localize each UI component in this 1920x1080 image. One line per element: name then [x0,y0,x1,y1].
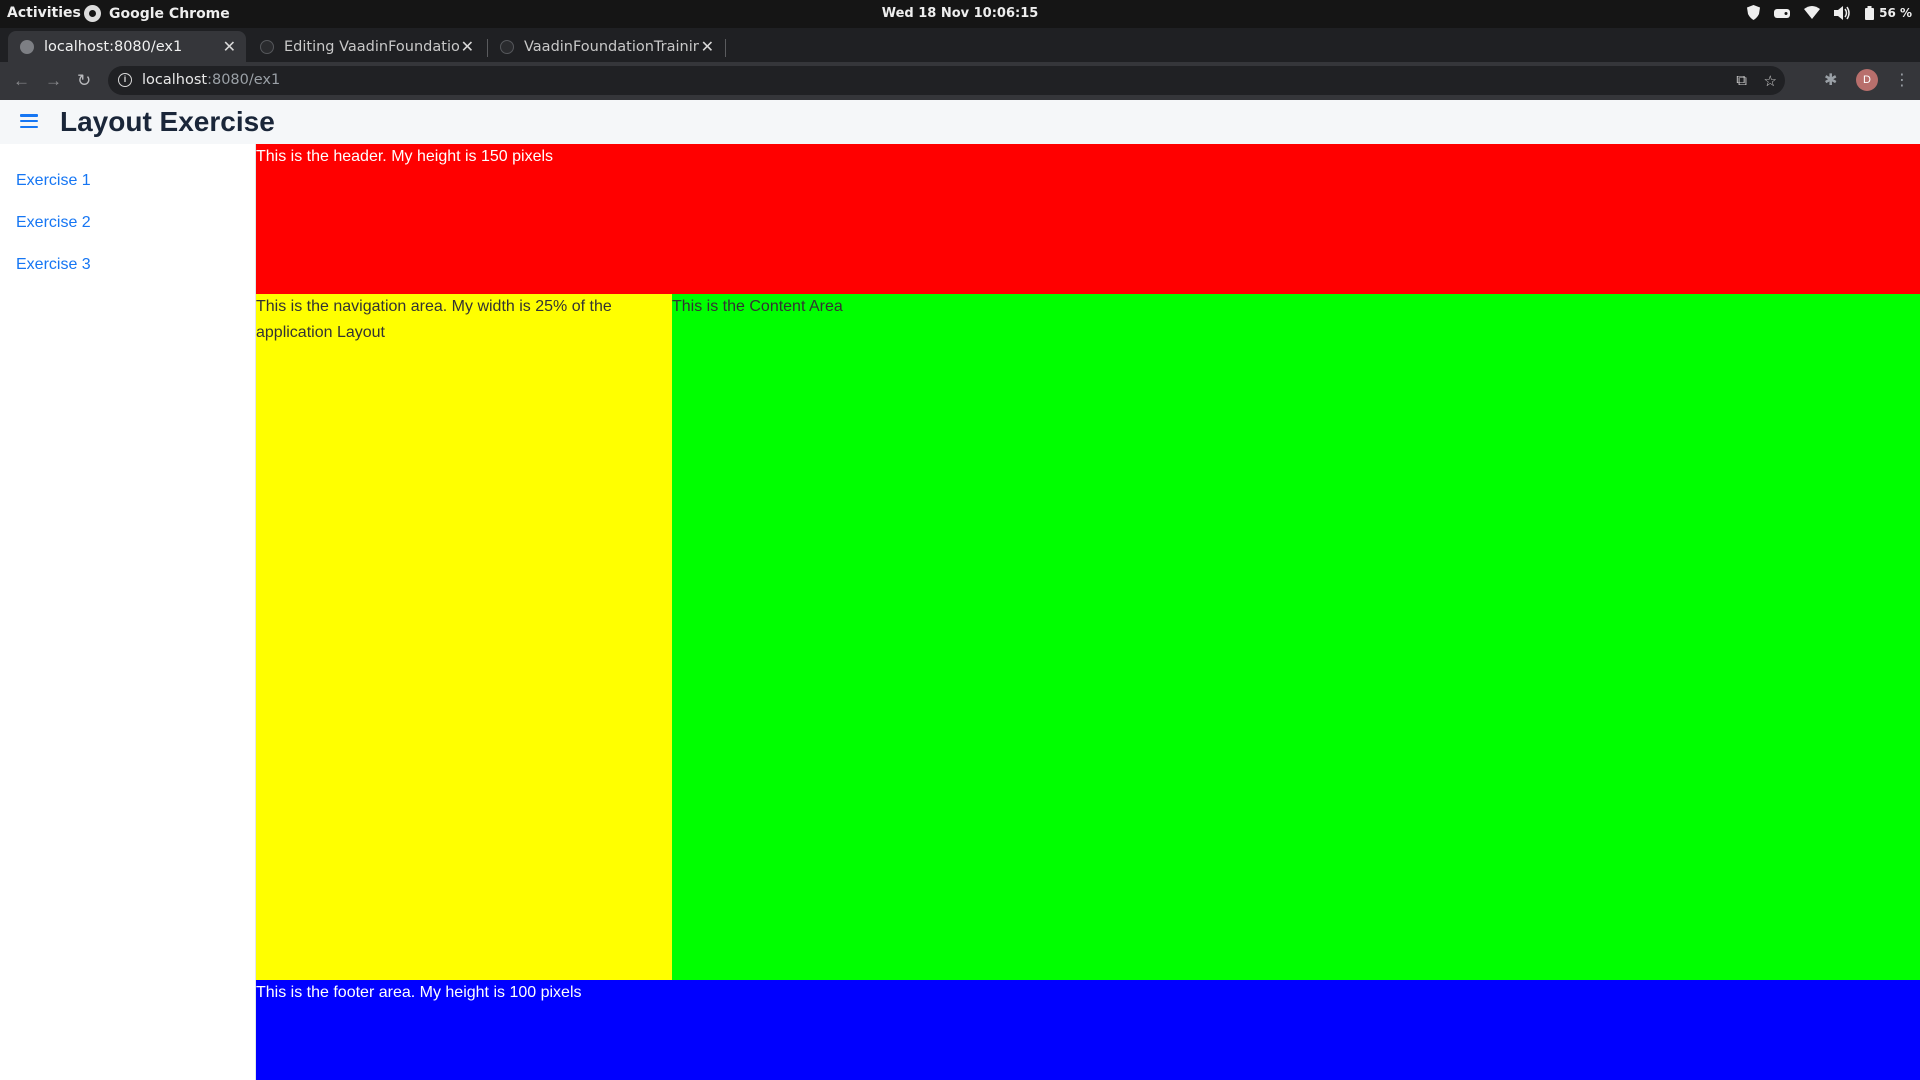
github-icon [500,39,514,54]
open-external-icon[interactable]: ⧉ [1736,72,1747,89]
close-icon[interactable]: ✕ [223,37,236,56]
back-arrow-icon[interactable]: ← [13,71,30,91]
tab-title: VaadinFoundationTrainin [524,38,699,55]
tab-strip: localhost:8080/ex1 ✕ Editing VaadinFound… [0,28,1920,82]
reload-icon[interactable]: ↻ [77,71,91,91]
content-area: This is the Content Area [672,294,1920,980]
drawer-link-exercise-1[interactable]: Exercise 1 [16,172,91,190]
drawer-link-exercise-3[interactable]: Exercise 3 [16,256,91,274]
tab-localhost[interactable]: localhost:8080/ex1 ✕ [8,31,246,62]
header-area: This is the header. My height is 150 pix… [256,144,1920,294]
storage-icon [1774,8,1791,18]
info-icon[interactable]: i [118,73,132,87]
github-icon [260,39,274,54]
shield-icon [1747,5,1761,20]
url-path: :8080/ex1 [207,72,281,88]
volume-icon [1834,5,1850,20]
menu-hamburger-icon[interactable] [20,114,38,129]
page-title: Layout Exercise [60,106,275,137]
tab-editing[interactable]: Editing VaadinFoundation ✕ [248,31,484,62]
url-text: localhost:8080/ex1 [142,72,280,88]
navigation-area: This is the navigation area. My width is… [256,294,672,980]
wifi-icon [1804,6,1821,19]
page-viewport: Layout Exercise Exercise 1 Exercise 2 Ex… [0,100,1920,1080]
drawer-link-exercise-2[interactable]: Exercise 2 [16,214,91,232]
close-icon[interactable]: ✕ [461,37,474,56]
header-area-text: This is the header. My height is 150 pix… [256,148,554,165]
system-tray[interactable]: 56 % [1747,5,1912,20]
extensions-puzzle-icon[interactable]: ✱ [1824,70,1837,90]
forward-arrow-icon[interactable]: → [45,71,62,91]
app-navbar: Layout Exercise [0,100,1920,144]
clock[interactable]: Wed 18 Nov 10:06:15 [0,6,1920,21]
battery-percentage: 56 % [1879,5,1912,20]
battery-icon [1865,5,1875,20]
bookmark-star-icon[interactable]: ☆ [1764,72,1777,90]
drawer: Exercise 1 Exercise 2 Exercise 3 [0,144,256,1080]
more-menu-icon[interactable]: ⋮ [1894,70,1910,90]
footer-area-text: This is the footer area. My height is 10… [256,984,582,1001]
tab-title: Editing VaadinFoundation [284,38,459,55]
footer-area: This is the footer area. My height is 10… [256,980,1920,1080]
tab-separator [725,39,726,57]
tab-training[interactable]: VaadinFoundationTrainin ✕ [488,31,724,62]
system-top-bar: Activities Google Chrome Wed 18 Nov 10:0… [0,0,1920,28]
url-host: localhost [142,72,208,88]
profile-avatar[interactable]: D [1856,69,1878,91]
content-area-text: This is the Content Area [672,298,843,315]
browser-toolbar: ← → ↻ i localhost:8080/ex1 ⧉ ☆ ✱ D ⋮ [0,62,1920,100]
close-icon[interactable]: ✕ [701,37,714,56]
address-bar[interactable]: i localhost:8080/ex1 ⧉ ☆ [108,66,1785,95]
tab-title: localhost:8080/ex1 [44,38,183,55]
layout-content: This is the header. My height is 150 pix… [256,144,1920,1080]
navigation-area-text: This is the navigation area. My width is… [256,298,612,341]
globe-icon [20,39,34,54]
